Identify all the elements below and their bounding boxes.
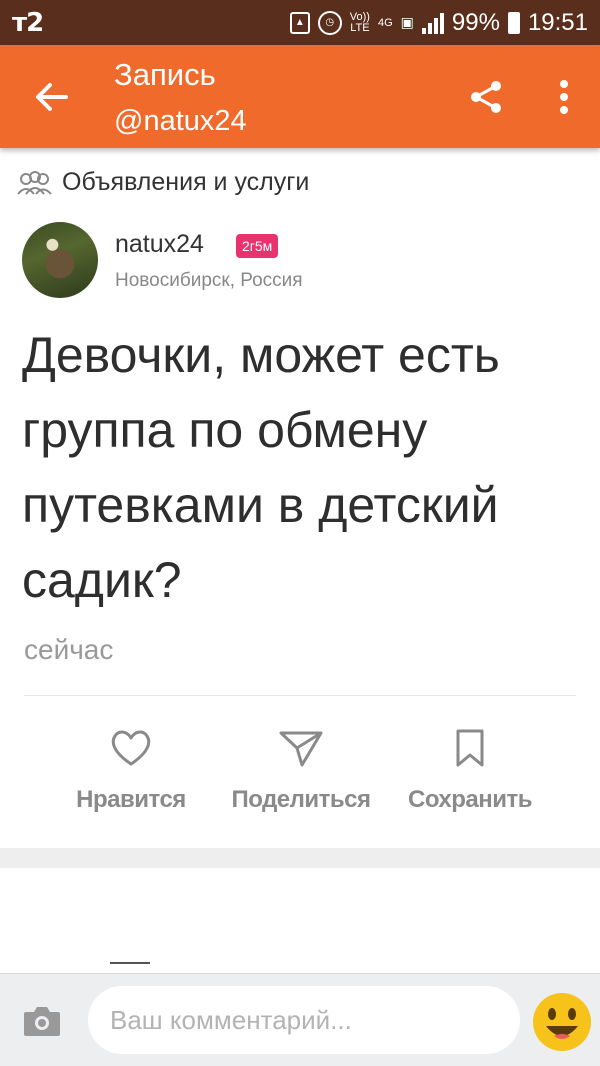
status-bar: т2 ▲ ◷ Vo)) LTE 4G ▣ 99% 19:51 [0,0,600,45]
more-vert-icon[interactable] [552,77,576,117]
group-icon [17,170,52,195]
divider [24,695,576,696]
volte-icon: Vo)) LTE [349,10,370,34]
signal-icon [421,12,444,34]
bookmark-icon [456,729,484,767]
lock-icon: ▲ [289,11,310,34]
carrier-label: т2 [12,7,44,38]
comment-input[interactable] [88,986,520,1054]
post-time: сейчас [24,634,114,665]
back-arrow-icon[interactable] [30,75,74,119]
battery-icon [507,11,520,34]
share-label: Поделиться [231,786,371,813]
share-button[interactable]: Поделиться [218,728,384,814]
status-icons: ▲ ◷ Vo)) LTE 4G ▣ 99% 19:51 [289,8,588,37]
group-link[interactable]: Объявления и услуги [16,168,309,197]
app-bar: Запись @natux24 [0,45,600,148]
sim-icon: ▣ [400,14,414,30]
author-name[interactable]: natux24 [115,230,204,259]
age-badge: 2г5м [236,234,279,258]
post-text: Девочки, может есть группа по обмену пут… [22,327,500,608]
comment-bar [0,973,600,1066]
clock: 19:51 [527,8,588,36]
alarm-icon: ◷ [317,10,342,35]
page-title: Запись [114,57,216,92]
emoji-icon[interactable] [532,992,592,1052]
like-label: Нравится [76,786,186,813]
network-4g-icon: 4G [377,16,393,29]
camera-icon[interactable] [22,1004,62,1038]
group-name: Объявления и услуги [62,168,310,196]
like-button[interactable]: Нравится [66,728,196,814]
share-icon[interactable] [466,77,506,117]
save-label: Сохранить [407,786,533,813]
send-icon [279,731,323,767]
author-location: Новосибирск, Россия [115,270,303,291]
avatar[interactable] [22,222,98,298]
heart-icon [111,730,151,766]
page-subtitle: @natux24 [114,105,247,137]
save-button[interactable]: Сохранить [396,728,544,814]
battery-percent: 99% [451,8,500,36]
section-separator [0,848,600,868]
